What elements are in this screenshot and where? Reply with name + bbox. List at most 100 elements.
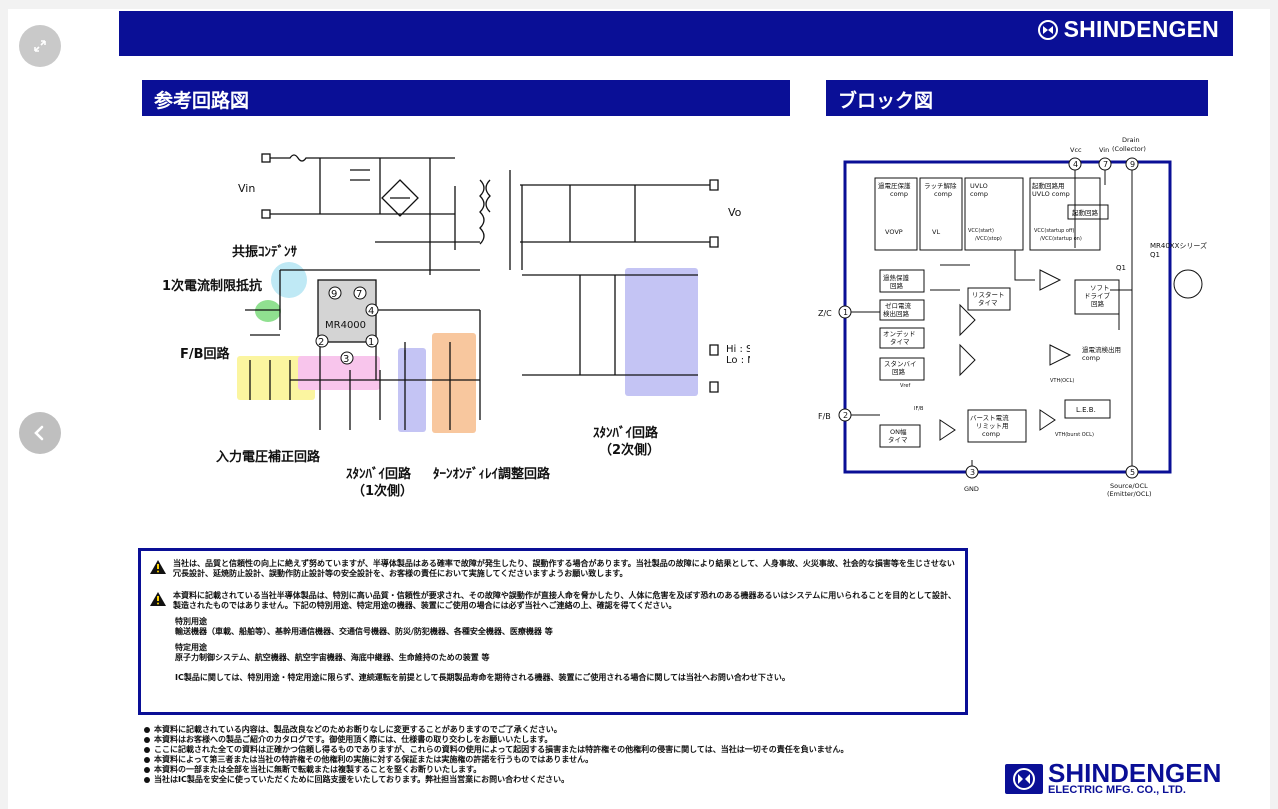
block-pin-7: 7 (1103, 160, 1108, 169)
bullet-icon (144, 777, 150, 783)
chevron-left-icon (34, 425, 44, 441)
standby-label-2: 回路 (892, 367, 906, 376)
block-pin-3: 3 (970, 468, 975, 477)
start-comp-label: 起動回路用 (1032, 181, 1065, 190)
overvolt-comp-label: 過電圧保護 (878, 181, 911, 190)
standby-secondary-sub: （2次側） (599, 443, 661, 458)
expand-icon (34, 40, 46, 52)
notice-text-1: 当社は、品質と信頼性の向上に絶えず努めていますが、半導体製品はある確率で故障が発… (173, 559, 955, 578)
start-comp-label-2: UVLO comp (1032, 190, 1070, 198)
block-section-title: ブロック図 (826, 80, 1208, 116)
specific-use-body: 原子力制御システム、航空機器、航空宇宙機器、海底中継器、生命維持のための装置 等 (175, 653, 490, 662)
list-item: 本資料の一部または全部を当社に無断で転載または複製することを堅くお断りいたします… (144, 765, 994, 775)
soft-label-2: ドライブ (1084, 291, 1111, 300)
block-schematic: 4 7 9 1 2 3 5 Vcc Vin Drain (Collector) … (818, 136, 1207, 498)
bullet-icon (144, 727, 150, 733)
overheat-label: 過熱保護 (883, 273, 910, 282)
expand-button[interactable] (19, 25, 61, 67)
overheat-label-2: 回路 (890, 281, 904, 290)
vovp-label: VOVP (885, 228, 903, 236)
block-pin-4: 4 (1073, 160, 1078, 169)
notice-paragraph-2: 本資料に記載されている当社半導体製品は、特別に高い品質・信頼性が要求され、その故… (149, 591, 957, 611)
previous-slide-button[interactable] (19, 412, 61, 454)
overvolt-comp-label-2: comp (890, 190, 908, 198)
block-pin-1: 1 (843, 308, 848, 317)
lo-normal-label: Lo : Normal (726, 355, 750, 366)
gnd-label: GND (964, 485, 979, 493)
vo-label: Vo (728, 206, 742, 219)
standby-primary-sub: （1次側） (352, 484, 414, 499)
bullet-icon (144, 737, 150, 743)
block-pin-5: 5 (1130, 468, 1135, 477)
burst-label: バースト電流 (970, 413, 1009, 422)
vcc-start2-label: VCC(startup off) (1034, 228, 1074, 234)
circuit-schematic: 9 7 4 2 3 1 MR4000 Vin Vo Hi : Stand-by … (238, 153, 750, 430)
footer-logo: SHINDENGEN ELECTRIC MFG. CO., LTD. (1005, 760, 1221, 796)
ic-pin-7: 7 (356, 289, 362, 300)
ic-pin-3: 3 (343, 354, 349, 365)
vl-label: VL (932, 228, 940, 236)
circuit-section-title: 参考回路図 (142, 80, 790, 116)
specific-use-title: 特定用途 (175, 643, 207, 652)
ondead-label: オンデッド (883, 329, 916, 338)
header-logo-text: SHINDENGEN (1063, 16, 1219, 42)
start-circuit-label: 起動回路 (1072, 208, 1099, 217)
input-comp-label: 入力電圧補正回路 (216, 450, 321, 465)
on-width-label: ON幅 (890, 427, 907, 436)
special-use-body: 輸送機器（車載、船舶等）、基幹用通信機器、交通信号機器、防災/防犯機器、各種安全… (175, 627, 553, 636)
vin-label: Vin (238, 182, 255, 195)
vcc-stop-label: /VCC(stop) (975, 236, 1002, 242)
disclaimer-list: 本資料に記載されている内容は、製品改良などのためお断りなしに変更することがありま… (144, 725, 994, 785)
ocp-label-2: comp (1082, 354, 1100, 362)
shindengen-logo-icon (1037, 19, 1058, 40)
warning-icon (149, 591, 167, 607)
bullet-icon (144, 757, 150, 763)
block-pin-2: 2 (843, 411, 848, 420)
collector-label: (Collector) (1112, 145, 1146, 153)
q1-label: Q1 (1116, 264, 1126, 272)
notice-text-2: 本資料に記載されている当社半導体製品は、特別に高い品質・信頼性が要求され、その故… (173, 591, 957, 610)
q1-top-label: Q1 (1150, 251, 1160, 259)
vcc-stop2-label: /VCC(startup on) (1040, 236, 1082, 242)
restart-label-2: タイマ (978, 298, 998, 307)
header-logo: SHINDENGEN (1037, 16, 1219, 43)
list-item: 本資料によって第三者または当社の特許権その他権利の実施に対する保証または実施権の… (144, 755, 994, 765)
zero-label-2: 検出回路 (883, 309, 910, 318)
ic-pin-2: 2 (318, 337, 324, 348)
fb-circuit-label: F/B回路 (180, 347, 230, 362)
list-item: 本資料に記載されている内容は、製品改良などのためお断りなしに変更することがありま… (144, 725, 994, 735)
primary-limit-label: 1次電流制限抵抗 (162, 279, 263, 294)
ic-pin-9: 9 (331, 289, 337, 300)
bullet-icon (144, 767, 150, 773)
uvlo-comp-label-2: comp (970, 190, 988, 198)
on-width-label-2: タイマ (888, 435, 908, 444)
ic-label: MR4000 (325, 320, 366, 331)
resonant-cap-label: 共振ｺﾝﾃﾞﾝｻ (232, 245, 298, 260)
vth-ocl-label: VTH(OCL) (1050, 378, 1074, 384)
bullet-icon (144, 747, 150, 753)
restart-label: リスタート (972, 290, 1005, 299)
special-use-block: 特別用途 輸送機器（車載、船舶等）、基幹用通信機器、交通信号機器、防災/防犯機器… (149, 617, 957, 637)
shindengen-logo-icon (1005, 764, 1043, 794)
series-label: MR40XXシリーズ (1150, 241, 1207, 250)
warning-icon (149, 559, 167, 575)
ifb-label: IF/B (914, 406, 924, 412)
burst-label-2: リミット用 (976, 422, 1009, 430)
latch-comp-label: ラッチ解除 (924, 181, 957, 190)
emitter-label: (Emitter/OCL) (1107, 490, 1152, 498)
burst-label-3: comp (982, 430, 1000, 438)
ondead-label-2: タイマ (890, 337, 910, 346)
ic-pin-1: 1 (368, 337, 374, 348)
source-label: Source/OCL (1110, 482, 1148, 490)
standby-label: スタンバイ (884, 359, 917, 368)
vin-pin-label: Vin (1099, 146, 1109, 154)
soft-label: ソフト (1090, 284, 1110, 292)
caution-notice: 当社は、品質と信頼性の向上に絶えず努めていますが、半導体製品はある確率で故障が発… (138, 548, 968, 715)
ic-pin-4: 4 (368, 306, 374, 317)
list-item: ここに記載された全ての資料は正確かつ信頼し得るものでありますが、これらの資料の使… (144, 745, 994, 755)
specific-use-block: 特定用途 原子力制御システム、航空機器、航空宇宙機器、海底中継器、生命維持のため… (149, 643, 957, 663)
header-bar: SHINDENGEN (119, 11, 1233, 56)
vref-label: Vref (900, 383, 910, 389)
vcc-label: Vcc (1070, 146, 1082, 154)
block-pin-9: 9 (1130, 160, 1135, 169)
